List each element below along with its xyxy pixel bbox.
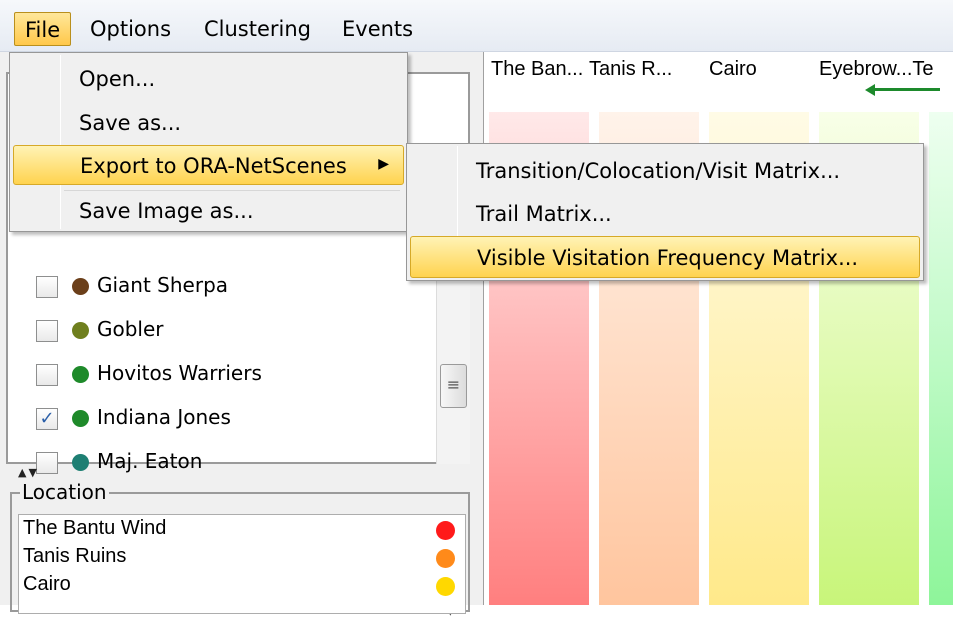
submenu-item-transition-matrix[interactable]: Transition/Colocation/Visit Matrix... [410,150,920,192]
person-label: Maj. Eaton [97,449,203,473]
menu-item-label: Trail Matrix... [476,202,612,226]
menu-item-export[interactable]: Export to ORA-NetScenes ▶ [13,145,404,185]
menu-item-label: Save Image as... [79,199,254,223]
person-label: Giant Sherpa [97,273,229,297]
menu-item-label: Save as... [79,111,182,135]
column-label: Eyebrow...Te [819,58,934,80]
color-dot-icon [436,577,455,596]
column-label: Tanis R... [589,58,673,80]
checkbox-checked[interactable]: ✓ [36,408,58,430]
location-label: The Bantu Wind [23,517,167,539]
location-title: Location [20,480,109,504]
location-label: Cairo [23,573,71,595]
timeline-view[interactable]: The Ban... Tanis R... Cairo Eyebrow...Te [485,52,953,605]
location-list: The Bantu Wind Tanis Ruins Cairo [18,514,466,614]
submenu-item-visitation-matrix[interactable]: Visible Visitation Frequency Matrix... [410,236,920,278]
color-dot-icon [72,410,89,427]
person-label: Hovitos Warriers [97,361,262,385]
checkbox[interactable] [36,320,58,342]
menu-item-save-as[interactable]: Save as... [13,103,404,143]
menu-clustering[interactable]: Clustering [194,12,321,46]
scroll-thumb[interactable]: ≡ [440,364,467,408]
column-label: The Ban... [491,58,584,80]
checkbox[interactable] [36,364,58,386]
checkbox[interactable] [36,452,58,474]
location-label: Tanis Ruins [23,545,127,567]
menu-bar: File Options Clustering Events [0,0,953,52]
menu-item-label: Open... [79,67,156,91]
color-dot-icon [72,366,89,383]
person-item-gobler[interactable]: Gobler [26,308,426,352]
menu-item-save-image[interactable]: Save Image as... [13,191,404,231]
column-label: Cairo [709,58,757,80]
submenu-arrow-icon: ▶ [378,156,389,172]
location-item-the-bantu-wind[interactable]: The Bantu Wind [23,517,463,545]
color-dot-icon [72,454,89,471]
location-band [929,112,953,605]
color-dot-icon [72,278,89,295]
color-dot-icon [436,521,455,540]
splitter-handle[interactable]: ▲▼ [18,466,39,479]
menu-item-label: Visible Visitation Frequency Matrix... [477,246,859,270]
export-submenu: Transition/Colocation/Visit Matrix... Tr… [406,143,924,281]
menu-item-open[interactable]: Open... [13,59,404,99]
submenu-item-trail-matrix[interactable]: Trail Matrix... [410,193,920,235]
file-menu: Open... Save as... Export to ORA-NetScen… [9,52,408,232]
person-item-maj-eaton[interactable]: Maj. Eaton [26,440,426,484]
person-item-hovitos-warriers[interactable]: Hovitos Warriers [26,352,426,396]
location-item-cairo[interactable]: Cairo [23,573,463,601]
color-dot-icon [436,549,455,568]
checkbox[interactable] [36,276,58,298]
person-item-giant-sherpa[interactable]: Giant Sherpa [26,264,426,308]
menu-options[interactable]: Options [80,12,181,46]
color-dot-icon [72,322,89,339]
location-item-tanis-ruins[interactable]: Tanis Ruins [23,545,463,573]
menu-item-label: Export to ORA-NetScenes [80,154,347,178]
person-label: Indiana Jones [97,405,231,429]
trail-line [870,88,940,91]
menu-file[interactable]: File [14,12,72,46]
menu-events[interactable]: Events [332,12,423,46]
person-item-indiana-jones[interactable]: ✓ Indiana Jones [26,396,426,440]
menu-item-label: Transition/Colocation/Visit Matrix... [476,159,841,183]
person-label: Gobler [97,317,164,341]
